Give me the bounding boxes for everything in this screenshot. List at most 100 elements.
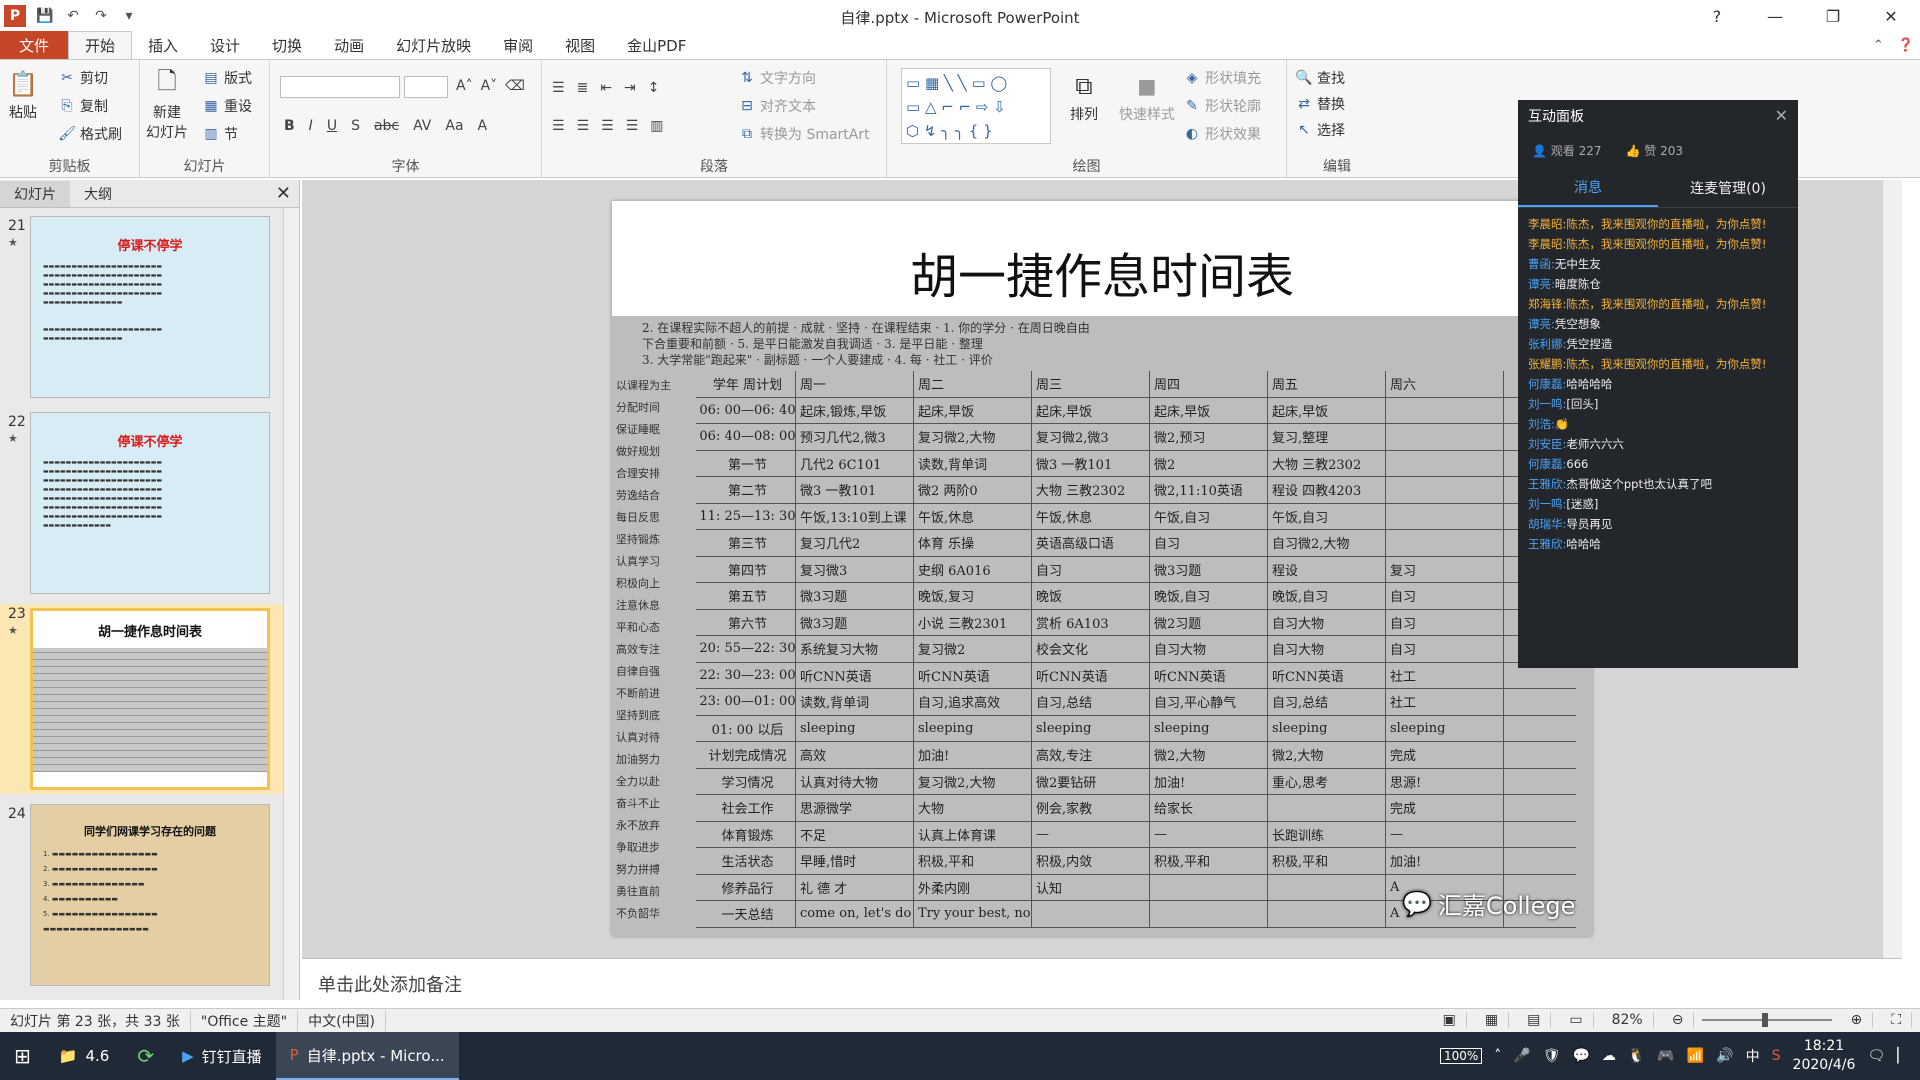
zoom-slider[interactable] [1702,1013,1833,1027]
close-icon[interactable]: ✕ [1775,106,1788,125]
chat-sender[interactable]: 张耀鹏: [1528,357,1566,371]
tab-design[interactable]: 设计 [194,31,256,59]
line-spacing-icon[interactable]: ↕ [648,80,660,96]
reading-view-icon[interactable]: ▤ [1517,1012,1552,1028]
qq-icon[interactable]: 🐧 [1628,1048,1645,1064]
shape-outline-button[interactable]: ✎ 形状轮廓 [1183,96,1261,116]
chat-sender[interactable]: 刘一鸣: [1528,397,1566,411]
arrange-button[interactable]: ⧉ 排列 [1067,68,1101,124]
slide-thumbnail-22[interactable]: 22 ★ 停课不停学 ▬▬▬▬▬▬▬▬▬▬▬▬▬▬▬▬▬▬▬▬▬ ▬▬▬▬▬▬▬▬… [0,412,286,598]
zoom-slider-knob[interactable] [1762,1013,1769,1027]
tab-kingsoft-pdf[interactable]: 金山PDF [611,31,702,59]
chat-sender[interactable]: 谭亮: [1528,277,1555,291]
layout-button[interactable]: ▤ 版式 [202,68,252,88]
chat-sender[interactable]: 何康磊: [1528,457,1566,471]
wifi-icon[interactable]: 📶 [1687,1048,1704,1064]
close-pane-icon[interactable]: ✕ [276,183,291,204]
redo-icon[interactable]: ↷ [92,7,110,25]
underline-icon[interactable]: U [327,118,337,134]
chat-sender[interactable]: 刘安臣: [1528,437,1566,451]
tab-slideshow[interactable]: 幻灯片放映 [380,31,487,59]
schedule-photo[interactable]: 2. 在课程实际不超人的前提 · 成就 · 坚持 · 在课程结束 · 1. 你的… [612,316,1592,936]
slideshow-icon[interactable]: ▭ [1559,1012,1594,1028]
chat-sender[interactable]: 刘浩: [1528,417,1555,431]
copy-button[interactable]: ⎘ 复制 [58,96,108,116]
justify-icon[interactable]: ☰ [626,118,639,134]
fit-to-window-icon[interactable]: ⛶ [1881,1012,1912,1028]
slide-title[interactable]: 胡一捷作息时间表 [612,237,1592,307]
notes-area[interactable]: 单击此处添加备注 [302,958,1902,1008]
slides-pane-scrollbar[interactable] [283,208,299,1000]
file-tab[interactable]: 文件 [0,31,68,59]
tab-slides[interactable]: 幻灯片 [0,181,70,207]
tab-review[interactable]: 审阅 [487,31,549,59]
tab-insert[interactable]: 插入 [132,31,194,59]
shadow-icon[interactable]: S [351,118,360,134]
language[interactable]: 中文(中国) [298,1010,387,1031]
ime-indicator[interactable]: 中 [1746,1046,1760,1066]
align-right-icon[interactable]: ☰ [601,118,614,134]
message-list[interactable]: 李晨昭:陈杰，我来围观你的直播啦，为你点赞! 李晨昭:陈杰，我来围观你的直播啦，为… [1518,208,1798,560]
sogou-icon[interactable]: S [1772,1048,1781,1064]
volume-icon[interactable]: 🔊 [1716,1048,1733,1064]
tab-mic-management[interactable]: 连麦管理(0) [1658,168,1798,207]
slide-thumbnail-23[interactable]: 23 ★ 胡一捷作息时间表 [0,604,286,794]
shield-icon[interactable]: 🛡 [1543,1048,1561,1064]
chat-sender[interactable]: 王雅欣: [1528,477,1566,491]
chat-sender[interactable]: 李晨昭: [1528,237,1566,251]
help-circle-icon[interactable]: ❓ [1898,38,1914,53]
chat-sender[interactable]: 李晨昭: [1528,217,1566,231]
tab-view[interactable]: 视图 [549,31,611,59]
zoom-level[interactable]: 82% [1602,1012,1654,1028]
numbering-icon[interactable]: ≣ [577,80,589,96]
chat-sender[interactable]: 郑海锋: [1528,297,1566,311]
find-button[interactable]: 🔍 查找 [1295,68,1345,88]
powerpoint-logo-icon[interactable]: P [4,5,26,27]
tab-transitions[interactable]: 切换 [256,31,318,59]
theme-name[interactable]: "Office 主题" [191,1010,299,1031]
chat-sender[interactable]: 曹函: [1528,257,1555,271]
restore-button[interactable]: ❐ [1804,0,1862,32]
chat-sender[interactable]: 张利娜: [1528,337,1566,351]
battery-icon[interactable]: 100% [1439,1048,1483,1064]
font-color-icon[interactable]: A [478,118,488,134]
help-icon[interactable]: ? [1688,0,1746,32]
smartart-button[interactable]: ⧉ 转换为 SmartArt [738,124,870,144]
align-left-icon[interactable]: ☰ [552,118,565,134]
clock[interactable]: 18:21 2020/4/6 [1793,1037,1856,1075]
current-slide[interactable]: 胡一捷作息时间表 2. 在课程实际不超人的前提 · 成就 · 坚持 · 在课程结… [612,201,1592,936]
chat-sender[interactable]: 刘一鸣: [1528,497,1566,511]
save-icon[interactable]: 💾 [36,7,54,25]
normal-view-icon[interactable]: ▣ [1433,1012,1467,1028]
select-button[interactable]: ↖ 选择 [1295,120,1345,140]
tab-home[interactable]: 开始 [68,31,133,59]
align-text-button[interactable]: ⊟ 对齐文本 [738,96,816,116]
undo-icon[interactable]: ↶ [64,7,82,25]
increase-indent-icon[interactable]: ⇥ [624,80,636,96]
editor-scrollbar[interactable] [1882,180,1902,958]
quick-styles-button[interactable]: ◼ 快速样式 [1119,68,1175,124]
shrink-font-icon[interactable]: A˅ [481,78,498,94]
align-center-icon[interactable]: ☰ [577,118,590,134]
taskbar-dingtalk-live[interactable]: ▶ 钉钉直播 [168,1032,276,1080]
tab-animations[interactable]: 动画 [318,31,380,59]
taskbar-powerpoint[interactable]: P 自律.pptx - Micro... [275,1032,459,1080]
font-family-select[interactable] [280,76,400,98]
char-spacing-icon[interactable]: AV [413,118,431,134]
show-desktop-strip[interactable]: ▏ [1897,1048,1908,1064]
taskbar-folder-4-6[interactable]: 📁 4.6 [45,1032,124,1080]
cloud-icon[interactable]: ☁ [1602,1048,1616,1064]
text-direction-button[interactable]: ⇅ 文字方向 [738,68,816,88]
change-case-icon[interactable]: Aa [445,118,463,134]
shapes-gallery[interactable]: ▭ ▦ ╲ ╲ ▭ ◯ ▭ △ ⌐ ⌐ ⇨ ⇩ ⬡ ↯ ╮ ╮ { } [901,68,1051,144]
clear-format-icon[interactable]: ⌫ [505,78,525,94]
zoom-in-icon[interactable]: ⊕ [1840,1012,1874,1028]
grow-font-icon[interactable]: A˄ [456,78,473,94]
italic-icon[interactable]: I [309,118,313,134]
tab-messages[interactable]: 消息 [1518,168,1658,207]
section-button[interactable]: ▥ 节 [202,124,238,144]
start-button[interactable]: ⊞ [0,1032,45,1080]
new-slide-button[interactable]: 🗋 新建 幻灯片 [146,66,188,142]
slide-sorter-icon[interactable]: ▦ [1475,1012,1510,1028]
customize-toolbar-icon[interactable]: ▾ [120,7,138,25]
